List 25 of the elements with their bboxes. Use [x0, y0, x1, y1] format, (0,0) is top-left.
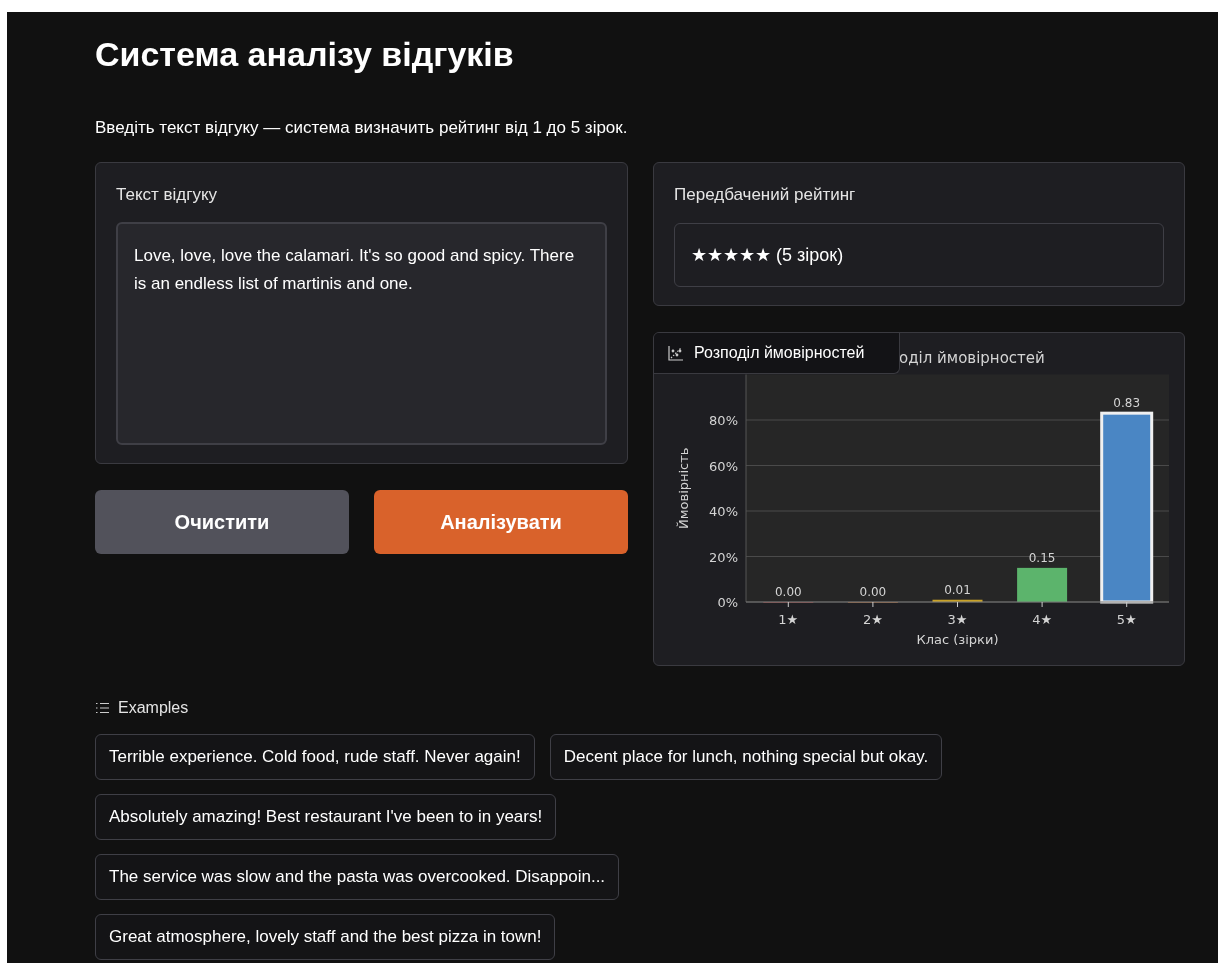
bar-value-label: 0.15: [1028, 550, 1056, 565]
examples-label: Examples: [118, 698, 189, 718]
bar-value-label: 0.00: [859, 585, 887, 599]
rating-output-field: ★★★★★ (5 зірок): [674, 223, 1164, 287]
x-axis-title: Клас (зірки): [916, 632, 999, 647]
chart-title: оділ ймовірностей: [899, 349, 1045, 367]
x-tick-label: 2★: [862, 612, 883, 627]
plot-label-text: Розподіл ймовірностей: [694, 343, 865, 363]
x-tick-label: 3★: [947, 612, 968, 627]
page-subtitle: Введіть текст відгуку — система визначить рейтинг від 1 до 5 зірок.: [95, 117, 628, 139]
bar-value-label: 0.01: [944, 582, 971, 597]
bar-value-label: 0.00: [774, 585, 802, 599]
field-label: Передбачений рейтинг: [674, 184, 856, 206]
x-tick-label: 4★: [1032, 612, 1053, 627]
bar-value-label: 0.83: [1113, 396, 1141, 411]
page-title: Система аналізу відгуків: [95, 34, 514, 74]
y-tick-label: 80%: [709, 413, 738, 428]
y-tick-label: 60%: [709, 458, 738, 474]
y-tick-label: 40%: [709, 504, 738, 519]
y-tick-label: 20%: [709, 549, 738, 565]
y-axis-title: Ймовірність: [676, 447, 691, 529]
x-tick-label: 5★: [1116, 612, 1137, 627]
x-tick-label: 1★: [778, 612, 799, 627]
y-tick-label: 0%: [717, 595, 738, 610]
field-label: Текст відгуку: [116, 184, 218, 206]
